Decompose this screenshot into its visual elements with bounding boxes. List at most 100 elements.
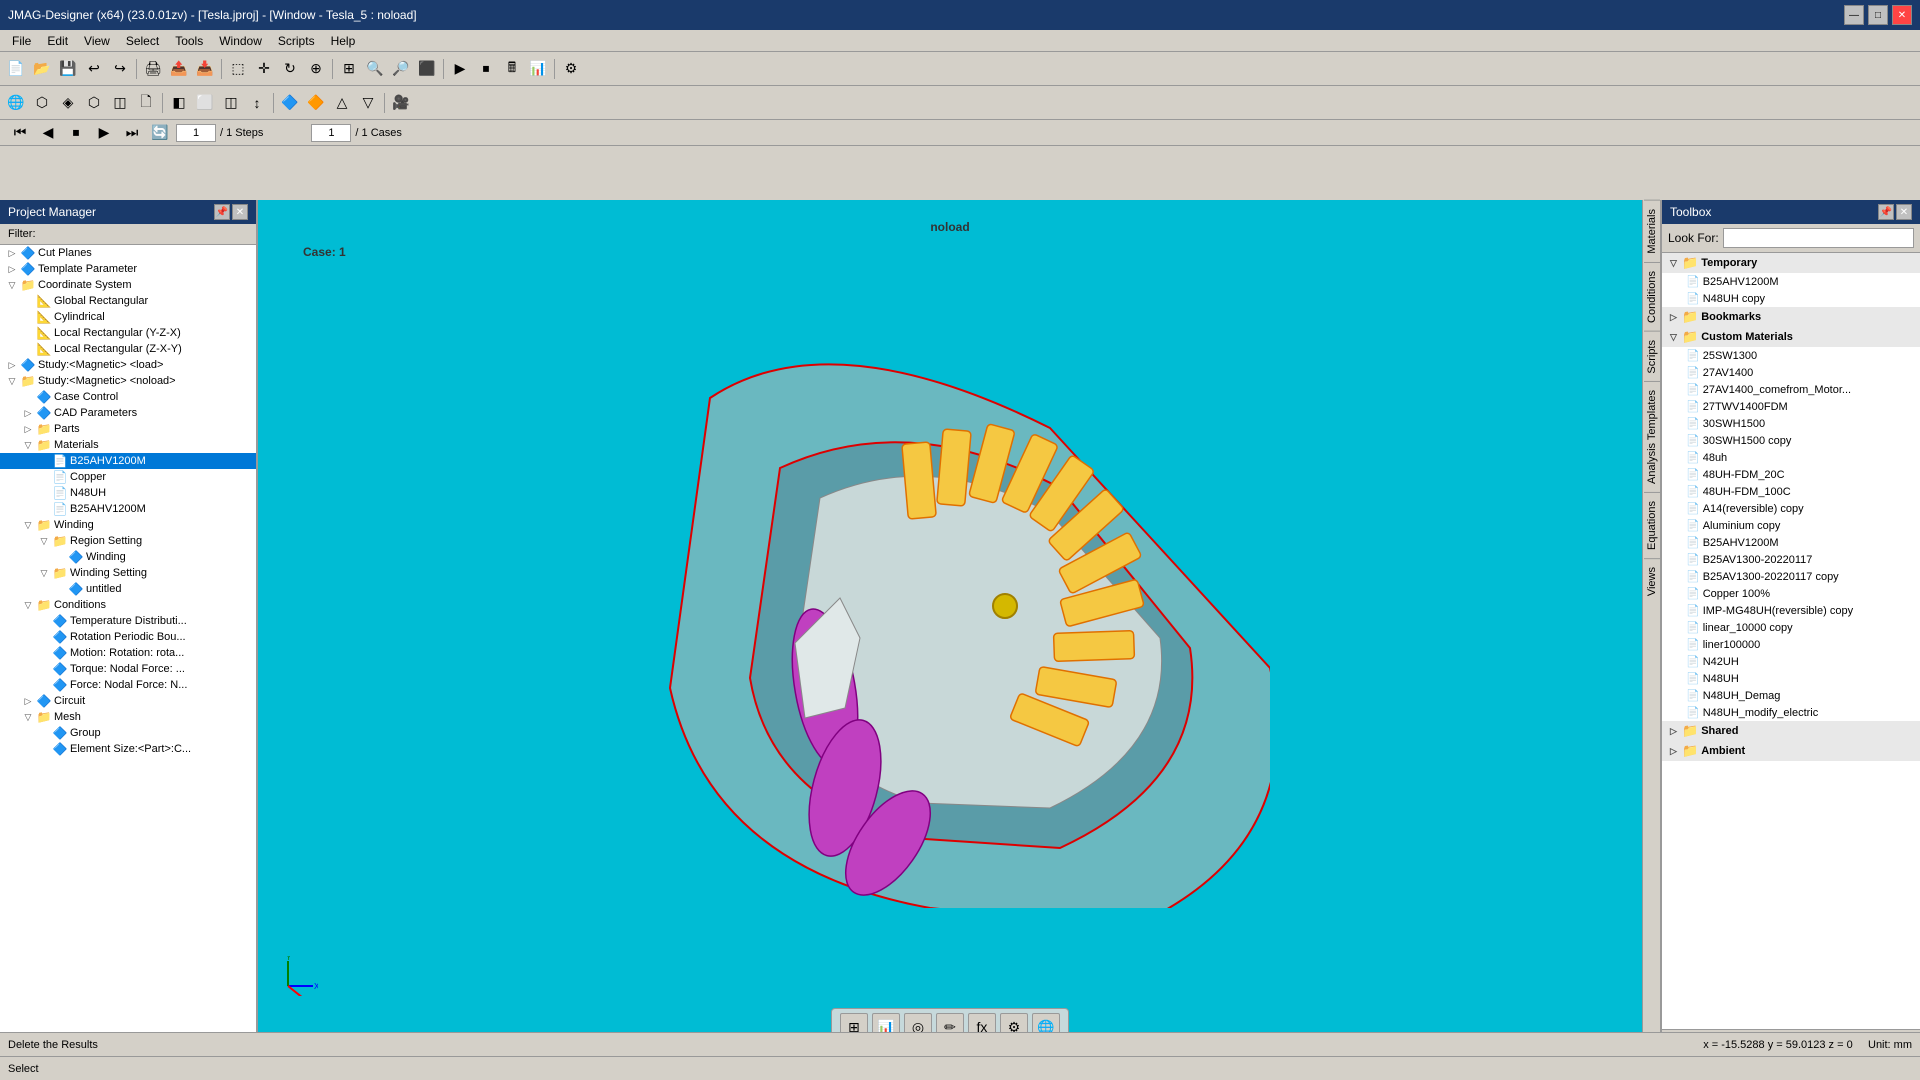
tree-item-coord-system[interactable]: ▽ 📁 Coordinate System: [0, 277, 256, 293]
toolbox-item-27av1400[interactable]: 📄 27AV1400: [1662, 364, 1920, 381]
tree-item-winding[interactable]: ▽ 📁 Winding: [0, 517, 256, 533]
tree-item-copper[interactable]: 📄 Copper: [0, 469, 256, 485]
expand-materials[interactable]: ▽: [20, 440, 36, 451]
toolbox-item-n48uh-tb[interactable]: 📄 N48UH: [1662, 670, 1920, 687]
stop-btn[interactable]: ⏹: [474, 57, 498, 81]
toolbox-item-n48uh-demag[interactable]: 📄 N48UH_Demag: [1662, 687, 1920, 704]
first-step-btn[interactable]: ⏮: [8, 121, 32, 145]
expand-custom-materials[interactable]: ▽: [1670, 332, 1682, 343]
menu-view[interactable]: View: [76, 32, 118, 50]
side-tab-scripts[interactable]: Scripts: [1644, 331, 1660, 382]
expand-global-rect[interactable]: [20, 296, 36, 306]
tree-item-region-setting[interactable]: ▽ 📁 Region Setting: [0, 533, 256, 549]
graph-btn[interactable]: 📊: [526, 57, 550, 81]
toolbox-item-27twv1400fdm[interactable]: 📄 27TWV1400FDM: [1662, 398, 1920, 415]
toolbox-item-48uh[interactable]: 📄 48uh: [1662, 449, 1920, 466]
expand-temporary[interactable]: ▽: [1670, 258, 1682, 269]
prev-step-btn[interactable]: ◀: [36, 121, 60, 145]
menu-window[interactable]: Window: [211, 32, 270, 50]
undo-btn[interactable]: ↩: [82, 57, 106, 81]
calc-btn[interactable]: 🖩: [500, 57, 524, 81]
toolbox-pin-btn[interactable]: 📌: [1878, 204, 1894, 220]
tree-item-materials[interactable]: ▽ 📁 Materials: [0, 437, 256, 453]
tree-item-study-load[interactable]: ▷ 🔷 Study:<Magnetic> <load>: [0, 357, 256, 373]
toolbox-item-copper-100[interactable]: 📄 Copper 100%: [1662, 585, 1920, 602]
expand-template-param[interactable]: ▷: [4, 264, 20, 275]
toolbox-item-b25ahv1200m[interactable]: 📄 B25AHV1200M: [1662, 273, 1920, 290]
tb2-btn6[interactable]: 🗋: [134, 91, 158, 115]
toolbox-close-btn[interactable]: ✕: [1896, 204, 1912, 220]
redo-btn[interactable]: ↪: [108, 57, 132, 81]
last-step-btn[interactable]: ⏭: [120, 121, 144, 145]
zoom-in-btn[interactable]: 🔍: [363, 57, 387, 81]
toolbox-item-liner100000[interactable]: 📄 liner100000: [1662, 636, 1920, 653]
toolbox-item-n42uh[interactable]: 📄 N42UH: [1662, 653, 1920, 670]
tb2-btn3[interactable]: ◈: [56, 91, 80, 115]
side-tab-analysis-templates[interactable]: Analysis Templates: [1644, 381, 1660, 492]
tree-item-circuit[interactable]: ▷ 🔷 Circuit: [0, 693, 256, 709]
toolbox-section-temporary[interactable]: ▽ 📁 Temporary: [1662, 253, 1920, 273]
zoom-fit-btn[interactable]: ⊞: [337, 57, 361, 81]
toolbox-item-30swh1500[interactable]: 📄 30SWH1500: [1662, 415, 1920, 432]
expand-winding-inner[interactable]: [52, 552, 68, 562]
expand-local-rect-yzx[interactable]: [20, 328, 36, 338]
toolbox-item-b25av1300[interactable]: 📄 B25AV1300-20220117: [1662, 551, 1920, 568]
side-tab-materials[interactable]: Materials: [1644, 200, 1660, 262]
tree-item-cad-params[interactable]: ▷ 🔷 CAD Parameters: [0, 405, 256, 421]
toolbox-item-aluminium-copy[interactable]: 📄 Aluminium copy: [1662, 517, 1920, 534]
tree-item-force-nodal[interactable]: 🔷 Force: Nodal Force: N...: [0, 677, 256, 693]
maximize-button[interactable]: □: [1868, 5, 1888, 25]
menu-edit[interactable]: Edit: [39, 32, 76, 50]
expand-region-setting[interactable]: ▽: [36, 536, 52, 547]
tree-item-winding-inner[interactable]: 🔷 Winding: [0, 549, 256, 565]
side-tab-conditions[interactable]: Conditions: [1644, 262, 1660, 331]
tree-item-cut-planes[interactable]: ▷ 🔷 Cut Planes: [0, 245, 256, 261]
expand-rotation-periodic[interactable]: [36, 632, 52, 642]
tree-item-mesh[interactable]: ▽ 📁 Mesh: [0, 709, 256, 725]
menu-select[interactable]: Select: [118, 32, 167, 50]
canvas-area[interactable]: noload Case: 1 X Y Z ⊞ 📊 ◎ ✏ fx ⚙ 🌐: [258, 200, 1642, 1056]
side-tab-equations[interactable]: Equations: [1644, 492, 1660, 558]
case-value-input[interactable]: 1: [311, 124, 351, 142]
expand-motion-rotation[interactable]: [36, 648, 52, 658]
tree-item-study-noload[interactable]: ▽ 📁 Study:<Magnetic> <noload>: [0, 373, 256, 389]
toolbox-section-custom-materials[interactable]: ▽ 📁 Custom Materials: [1662, 327, 1920, 347]
expand-copper[interactable]: [36, 472, 52, 482]
tree-item-template-param[interactable]: ▷ 🔷 Template Parameter: [0, 261, 256, 277]
rotate-btn[interactable]: ↻: [278, 57, 302, 81]
panel-pin-btn[interactable]: 📌: [214, 204, 230, 220]
expand-bookmarks[interactable]: ▷: [1670, 312, 1682, 323]
toolbox-section-ambient[interactable]: ▷ 📁 Ambient: [1662, 741, 1920, 761]
toolbox-item-linear-10000[interactable]: 📄 linear_10000 copy: [1662, 619, 1920, 636]
expand-shared[interactable]: ▷: [1670, 726, 1682, 737]
toolbox-item-25sw1300[interactable]: 📄 25SW1300: [1662, 347, 1920, 364]
expand-ambient[interactable]: ▷: [1670, 746, 1682, 757]
expand-n48uh[interactable]: [36, 488, 52, 498]
toolbox-item-b25av1300-copy[interactable]: 📄 B25AV1300-20220117 copy: [1662, 568, 1920, 585]
toolbox-search-input[interactable]: [1723, 228, 1914, 248]
tree-item-parts[interactable]: ▷ 📁 Parts: [0, 421, 256, 437]
menu-tools[interactable]: Tools: [167, 32, 211, 50]
expand-parts[interactable]: ▷: [20, 424, 36, 435]
panel-close-btn[interactable]: ✕: [232, 204, 248, 220]
step-value-input[interactable]: 1: [176, 124, 216, 142]
expand-cut-planes[interactable]: ▷: [4, 248, 20, 259]
expand-b25ahv1200m2[interactable]: [36, 504, 52, 514]
tree-item-global-rect[interactable]: 📐 Global Rectangular: [0, 293, 256, 309]
run-btn[interactable]: ▶: [448, 57, 472, 81]
tree-item-winding-setting[interactable]: ▽ 📁 Winding Setting: [0, 565, 256, 581]
tree-item-local-rect-zxy[interactable]: 📐 Local Rectangular (Z-X-Y): [0, 341, 256, 357]
tree-item-case-control[interactable]: 🔷 Case Control: [0, 389, 256, 405]
expand-conditions[interactable]: ▽: [20, 600, 36, 611]
toolbox-item-imp-mg48uh[interactable]: 📄 IMP-MG48UH(reversible) copy: [1662, 602, 1920, 619]
toolbox-item-a14-reversible[interactable]: 📄 A14(reversible) copy: [1662, 500, 1920, 517]
stop-step-btn[interactable]: ⏹: [64, 121, 88, 145]
tb2-btn7[interactable]: ◧: [167, 91, 191, 115]
tree-item-torque-nodal[interactable]: 🔷 Torque: Nodal Force: ...: [0, 661, 256, 677]
tree-item-untitled[interactable]: 🔷 untitled: [0, 581, 256, 597]
toolbox-item-48uh-fdm-100c[interactable]: 📄 48UH-FDM_100C: [1662, 483, 1920, 500]
tree-item-b25ahv1200m2[interactable]: 📄 B25AHV1200M: [0, 501, 256, 517]
tree-item-b25ahv1200m[interactable]: 📄 B25AHV1200M: [0, 453, 256, 469]
expand-element-size[interactable]: [36, 744, 52, 754]
move-btn[interactable]: ✛: [252, 57, 276, 81]
